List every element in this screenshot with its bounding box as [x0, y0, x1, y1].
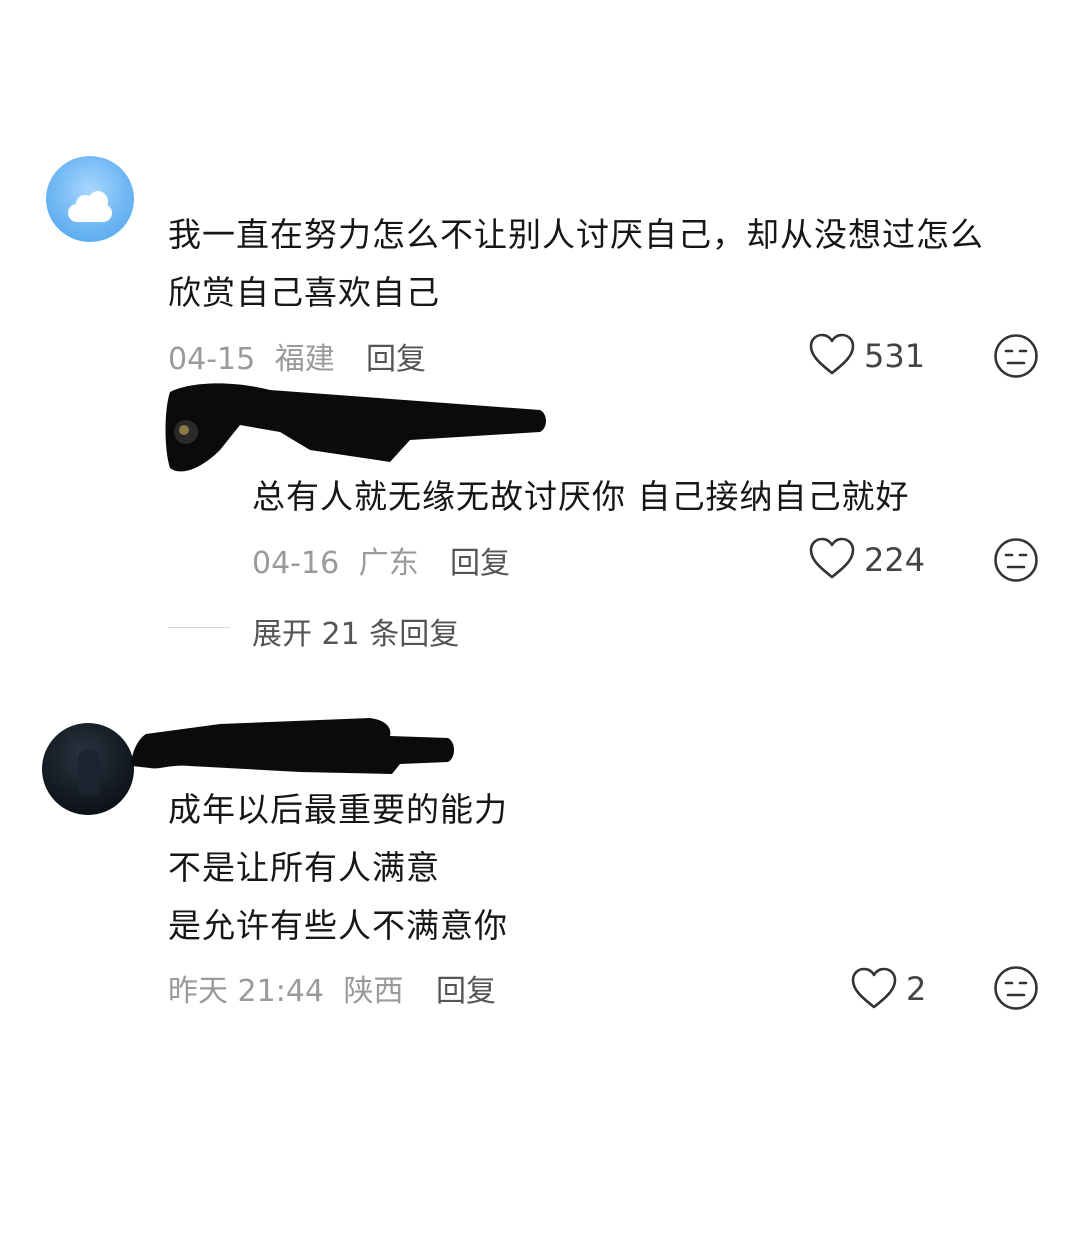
comment-date: 昨天 21:44: [168, 974, 324, 1009]
comment-date: 04-15: [168, 342, 256, 377]
heart-outline-icon[interactable]: [808, 536, 856, 582]
expand-replies-button[interactable]: 展开 21 条回复: [252, 609, 459, 653]
comment-line: 欣赏自己喜欢自己: [168, 273, 440, 312]
comment-line: 不是让所有人满意: [168, 848, 440, 887]
comment-location: 陕西: [343, 974, 404, 1009]
neutral-face-icon[interactable]: [992, 332, 1040, 380]
comment-line: 成年以后最重要的能力: [168, 790, 508, 829]
reply-date: 04-16: [252, 546, 340, 581]
reply-location: 广东: [358, 546, 419, 581]
comment-line: 是允许有些人不满意你: [168, 906, 508, 945]
heart-outline-icon[interactable]: [808, 332, 856, 378]
like-count: 2: [906, 970, 927, 1008]
neutral-face-icon[interactable]: [992, 536, 1040, 584]
reply-button[interactable]: 回复: [450, 538, 510, 582]
reply-button[interactable]: 回复: [366, 334, 426, 378]
reply-line: 总有人就无缘无故讨厌你 自己接纳自己就好: [252, 477, 910, 516]
heart-outline-icon[interactable]: [850, 966, 898, 1012]
cloud-icon: [68, 191, 112, 222]
comment-text: 我一直在努力怎么不让别人讨厌自己，却从没想过怎么 欣赏自己喜欢自己: [168, 206, 984, 322]
redacted-username: [160, 380, 550, 480]
avatar-figure: [78, 749, 100, 795]
reply-meta: 04-16 广东: [252, 538, 419, 582]
comment-text: 成年以后最重要的能力 不是让所有人满意 是允许有些人不满意你: [168, 781, 508, 955]
neutral-face-icon[interactable]: [992, 964, 1040, 1012]
commenter-avatar[interactable]: [46, 156, 134, 242]
reply-text: 总有人就无缘无故讨厌你 自己接纳自己就好: [252, 468, 910, 526]
redacted-username: [130, 714, 460, 784]
reply-button[interactable]: 回复: [436, 966, 496, 1010]
like-count: 531: [864, 337, 926, 375]
comment-line: 我一直在努力怎么不让别人讨厌自己，却从没想过怎么: [168, 215, 984, 254]
expand-divider: [168, 627, 230, 628]
commenter-avatar[interactable]: [42, 723, 134, 815]
comment-meta: 昨天 21:44 陕西: [168, 966, 404, 1010]
comment-meta: 04-15 福建: [168, 334, 335, 378]
comment-location: 福建: [274, 342, 335, 377]
like-count: 224: [864, 541, 926, 579]
